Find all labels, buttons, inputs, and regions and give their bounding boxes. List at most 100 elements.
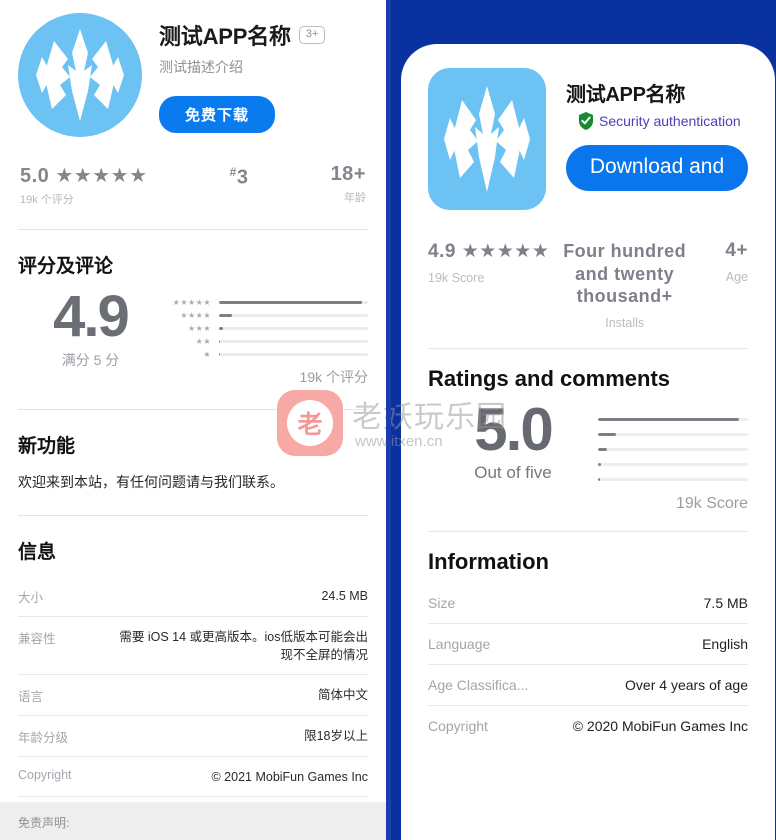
left-age-rating-badge: 3+	[298, 26, 326, 44]
left-whatsnew-heading: 新功能	[18, 436, 76, 457]
info-value: 简体中文	[317, 688, 368, 703]
left-age-sublabel: 年龄	[344, 192, 366, 204]
left-stat-age: 18+ 年龄	[331, 163, 366, 205]
right-app-header: 测试APP名称 Security authentication Download…	[428, 44, 748, 210]
right-card: 测试APP名称 Security authentication Download…	[401, 44, 775, 840]
info-value: 7.5 MB	[703, 594, 748, 611]
left-disclaimer-bar: 免责声明:	[0, 802, 386, 840]
right-stat-installs: Four hundred and twenty thousand+ Instal…	[549, 240, 700, 330]
left-score-number: 4.9	[53, 284, 130, 349]
right-header-text-block: 测试APP名称 Security authentication Download…	[546, 68, 748, 210]
left-rank-value: #3	[148, 165, 331, 190]
info-row: 年龄分级 限18岁以上	[18, 715, 368, 756]
right-download-button[interactable]: Download and	[566, 145, 748, 191]
histogram-track	[598, 432, 748, 436]
info-row: Language English	[428, 622, 748, 664]
left-ratings-heading: 评分及评论	[18, 256, 114, 277]
app-logo-emblem-icon	[36, 29, 124, 121]
info-row: Size 7.5 MB	[428, 583, 748, 623]
left-title-row: 测试APP名称 3+	[159, 13, 368, 51]
histogram-fill	[219, 301, 363, 304]
left-ratings-block: 4.9 满分 5 分 ★★★★★ ★★★★ ★★★ ★★ ★ 19k 个评分	[18, 288, 368, 387]
histogram-track	[598, 417, 748, 421]
histogram-fill	[219, 314, 233, 317]
histogram-fill	[598, 447, 607, 451]
right-security-row: Security authentication	[566, 112, 748, 130]
right-divider-1	[428, 347, 748, 349]
histogram-track	[219, 314, 368, 317]
histogram-fill	[219, 340, 221, 343]
left-divider-3	[18, 515, 368, 516]
left-app-detail-panel: 测试APP名称 3+ 测试描述介绍 免费下载 5.0 ★★★★★ 19k 个评分…	[0, 0, 386, 840]
info-value: 限18岁以上	[304, 729, 368, 744]
info-key: 年龄分级	[18, 731, 69, 746]
histogram-star-label: ★	[203, 350, 211, 359]
histogram-fill	[598, 417, 739, 421]
info-key: 大小	[18, 591, 44, 605]
right-histogram-total: 19k Score	[675, 494, 748, 512]
histogram-row: ★★★★★	[163, 296, 368, 309]
right-installs-value: Four hundred and twenty thousand+	[563, 241, 687, 306]
left-histogram-total: 19k 个评分	[299, 369, 368, 385]
left-download-button[interactable]: 免费下载	[159, 96, 276, 133]
histogram-star-label: ★★★★★	[172, 298, 211, 307]
app-icon-circle[interactable]	[18, 13, 142, 137]
right-security-label: Security authentication	[599, 113, 741, 129]
info-value: 需要 iOS 14 或更高版本。ios低版本可能会出现不全屏的情况	[119, 630, 368, 663]
histogram-fill	[219, 353, 221, 356]
histogram-row	[598, 427, 748, 442]
histogram-row: ★★	[163, 335, 368, 348]
dual-app-store-screenshot: 测试APP名称 3+ 测试描述介绍 免费下载 5.0 ★★★★★ 19k 个评分…	[0, 0, 776, 840]
histogram-fill	[598, 462, 601, 466]
histogram-track	[219, 340, 368, 343]
right-stat-age: 4+ Age	[700, 240, 748, 284]
left-divider-1	[18, 229, 368, 230]
info-key: Copyright	[428, 717, 488, 734]
histogram-track	[219, 301, 368, 304]
right-divider-2	[428, 530, 748, 532]
left-rating-sublabel: 19k 个评分	[20, 194, 74, 206]
right-age-value: 4+	[725, 240, 748, 261]
left-app-subtitle: 测试描述介绍	[159, 59, 243, 75]
right-age-sublabel: Age	[725, 270, 748, 284]
right-rating-histogram: 19k Score	[598, 398, 748, 513]
histogram-track	[598, 462, 748, 466]
info-row: 兼容性 需要 iOS 14 或更高版本。ios低版本可能会出现不全屏的情况	[18, 616, 368, 674]
histogram-row	[598, 412, 748, 427]
info-row: Age Classifica... Over 4 years of age	[428, 663, 748, 705]
app-icon-rounded-square[interactable]	[428, 68, 546, 210]
histogram-row	[598, 472, 748, 487]
left-score-label: 满分 5 分	[61, 352, 120, 368]
info-value: English	[702, 635, 748, 652]
histogram-row: ★	[163, 348, 368, 361]
right-ratings-block: 5.0 Out of five 19k Score	[428, 398, 748, 513]
info-key: Copyright	[18, 768, 72, 783]
info-row: Copyright © 2020 MobiFun Games Inc	[428, 704, 748, 746]
right-installs-sublabel: Installs	[605, 315, 645, 330]
info-key: Age Classifica...	[428, 676, 529, 693]
histogram-row	[598, 442, 748, 457]
histogram-fill	[598, 432, 616, 436]
right-rating-sublabel: 19k Score	[428, 271, 485, 285]
left-stat-rank: #3	[148, 163, 331, 190]
right-app-title: 测试APP名称	[566, 84, 686, 106]
right-app-detail-panel: 测试APP名称 Security authentication Download…	[386, 0, 776, 840]
left-whatsnew-body: 欢迎来到本站，有任何问题请与我们联系。	[18, 474, 284, 490]
right-score-label: Out of five	[474, 462, 552, 482]
histogram-row	[598, 457, 748, 472]
info-row: 大小 24.5 MB	[18, 576, 368, 616]
left-big-score: 4.9 满分 5 分	[18, 288, 163, 387]
rank-hash-symbol: #	[229, 165, 237, 179]
right-rating-value: 4.9 ★★★★★	[428, 241, 550, 262]
histogram-row: ★★★★	[163, 309, 368, 322]
histogram-fill	[598, 477, 600, 481]
info-value: © 2021 MobiFun Games Inc	[211, 770, 368, 785]
panel-divider	[386, 0, 391, 840]
histogram-track	[598, 477, 748, 481]
shield-check-icon	[579, 112, 593, 130]
right-information-table: Size 7.5 MB Language English Age Classifica.…	[428, 583, 748, 746]
right-score-number: 5.0	[474, 395, 553, 463]
left-app-title: 测试APP名称	[159, 24, 291, 49]
left-age-value: 18+	[330, 163, 366, 185]
histogram-star-label: ★★★	[187, 324, 211, 333]
